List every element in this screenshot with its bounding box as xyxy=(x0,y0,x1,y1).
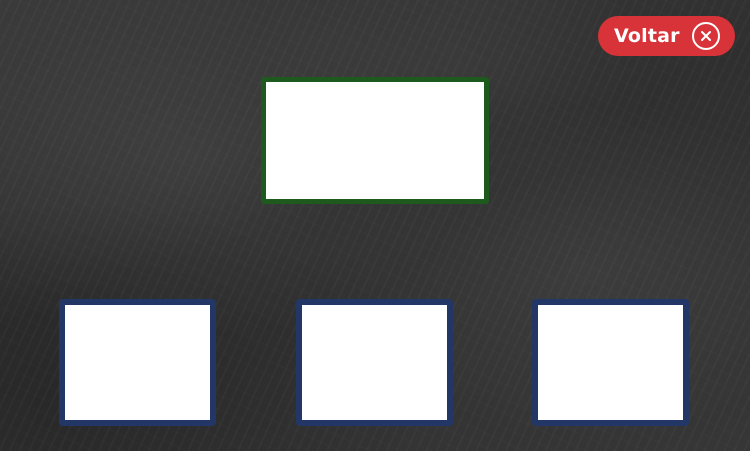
voltar-button-label: Voltar xyxy=(614,25,680,47)
close-icon[interactable] xyxy=(692,22,720,50)
bottom-option-box-1[interactable] xyxy=(59,299,216,426)
bottom-option-box-3[interactable] xyxy=(532,299,689,426)
bottom-option-box-2[interactable] xyxy=(296,299,453,426)
top-target-box[interactable] xyxy=(261,77,489,204)
